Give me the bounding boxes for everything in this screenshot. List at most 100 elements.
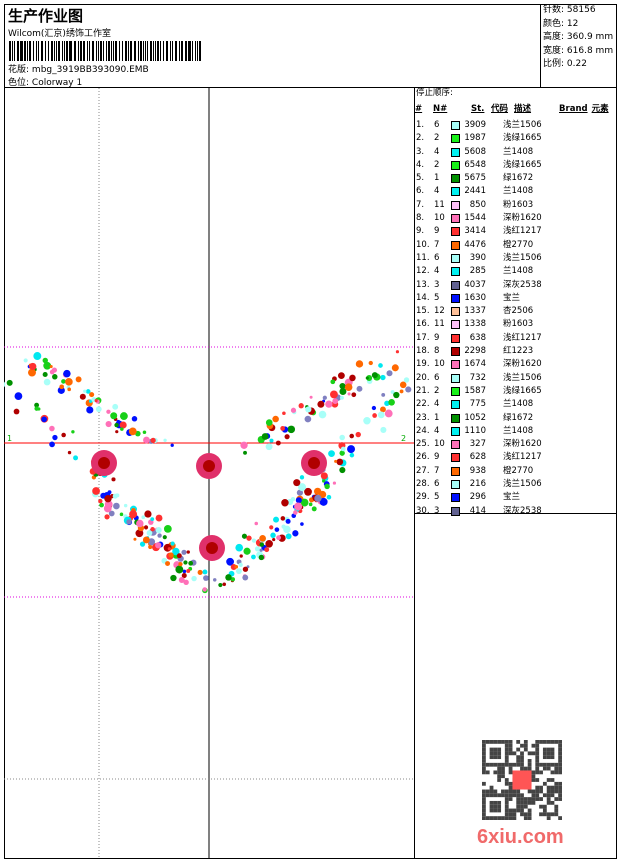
qr-module bbox=[535, 785, 540, 790]
embroidery-stitch bbox=[238, 562, 243, 567]
qr-module bbox=[558, 793, 562, 798]
row-description: 浅绿1665 bbox=[503, 133, 542, 144]
qr-module bbox=[482, 770, 486, 775]
qr-module bbox=[554, 785, 559, 790]
qr-module bbox=[550, 800, 555, 805]
color-swatch bbox=[451, 121, 460, 130]
stat-scale: 比例: 0.22 bbox=[543, 59, 587, 69]
row-index: 8. bbox=[416, 213, 425, 224]
qr-module bbox=[516, 793, 521, 798]
embroidery-stitch bbox=[203, 575, 209, 581]
row-description: 绿1672 bbox=[503, 173, 534, 184]
embroidery-stitch bbox=[168, 552, 174, 558]
qr-module bbox=[531, 743, 536, 748]
qr-module bbox=[554, 770, 559, 775]
embroidery-stitch bbox=[336, 458, 344, 466]
row-stitches: 1987 bbox=[464, 133, 486, 144]
qr-module bbox=[542, 747, 547, 752]
qr-module bbox=[516, 759, 521, 763]
embroidery-stitch bbox=[272, 538, 276, 542]
qr-module bbox=[497, 778, 502, 782]
qr-module bbox=[482, 755, 486, 760]
row-stitches: 4476 bbox=[464, 239, 486, 250]
row-index: 26. bbox=[416, 452, 430, 463]
qr-module bbox=[508, 789, 513, 794]
embroidery-stitch bbox=[269, 525, 274, 530]
row-description: 兰1408 bbox=[503, 425, 534, 436]
barcode-bar bbox=[51, 41, 54, 61]
qr-module bbox=[550, 789, 555, 794]
qr-module bbox=[485, 770, 490, 775]
embroidery-stitch bbox=[49, 441, 55, 448]
qr-module bbox=[535, 766, 540, 771]
embroidery-stitch bbox=[115, 430, 119, 434]
barcode-bar bbox=[77, 41, 79, 61]
embroidery-stitch bbox=[144, 510, 152, 518]
row-index: 6. bbox=[416, 186, 425, 197]
row-index: 5. bbox=[416, 173, 425, 184]
color-swatch bbox=[451, 307, 460, 317]
qr-module bbox=[550, 793, 555, 798]
barcode-bar bbox=[157, 41, 160, 61]
embroidery-stitch bbox=[368, 360, 373, 366]
barcode-bar bbox=[174, 41, 177, 61]
embroidery-stitch bbox=[344, 383, 353, 392]
qr-module bbox=[482, 797, 486, 801]
barcode-bar bbox=[61, 41, 63, 61]
embroidery-stitch bbox=[317, 400, 325, 408]
embroidery-stitch bbox=[73, 455, 79, 461]
row-needle: 4 bbox=[434, 399, 440, 410]
qr-module bbox=[550, 778, 555, 782]
row-needle: 6 bbox=[434, 252, 440, 263]
col-element: 元素 bbox=[591, 104, 609, 114]
row-stitches: 2441 bbox=[464, 186, 486, 197]
embroidery-stitch bbox=[235, 568, 242, 575]
row-needle: 6 bbox=[434, 372, 440, 383]
barcode-bar bbox=[162, 41, 165, 61]
qr-module bbox=[493, 793, 498, 798]
embroidery-stitch bbox=[83, 389, 87, 393]
row-needle: 1 bbox=[434, 412, 440, 423]
flower-center bbox=[203, 460, 215, 472]
qr-module bbox=[558, 785, 562, 790]
embroidery-stitch bbox=[163, 525, 172, 533]
embroidery-stitch bbox=[251, 554, 256, 560]
embroidery-stitch bbox=[71, 430, 75, 434]
barcode-bar bbox=[187, 41, 189, 61]
qr-module bbox=[542, 740, 547, 744]
color-swatch bbox=[451, 214, 460, 224]
flower-center bbox=[206, 542, 218, 554]
qr-module bbox=[520, 800, 524, 805]
embroidery-stitch bbox=[162, 535, 167, 540]
row-stitches: 6548 bbox=[464, 159, 486, 170]
qr-module bbox=[527, 808, 532, 813]
row-index: 15. bbox=[416, 306, 430, 317]
qr-module bbox=[523, 766, 528, 771]
qr-module bbox=[516, 797, 521, 801]
stats-box: 针数: 58156 颜色: 12 高度: 360.9 mm 宽度: 616.8 … bbox=[541, 4, 617, 88]
row-description: 浅红1217 bbox=[503, 332, 542, 343]
table-row: 30. 3 414 深灰2538 bbox=[415, 505, 617, 518]
embroidery-stitch bbox=[355, 360, 364, 368]
embroidery-stitch bbox=[265, 419, 273, 426]
qr-module bbox=[493, 747, 498, 752]
qr-module bbox=[558, 755, 562, 760]
barcode-bar bbox=[130, 41, 132, 61]
qr-module bbox=[546, 751, 551, 756]
qr-module bbox=[508, 797, 513, 801]
embroidery-stitch bbox=[381, 393, 386, 397]
color-swatch bbox=[451, 453, 460, 463]
qr-module bbox=[542, 781, 547, 786]
embroidery-stitch bbox=[133, 537, 137, 541]
embroidery-stitch bbox=[299, 475, 305, 480]
marker-right: 2 bbox=[401, 434, 406, 443]
qr-module bbox=[542, 751, 547, 756]
qr-module bbox=[558, 747, 562, 752]
color-swatch bbox=[451, 200, 460, 210]
embroidery-stitch bbox=[163, 438, 167, 442]
qr-module bbox=[535, 797, 540, 801]
row-description: 粉1603 bbox=[503, 199, 534, 210]
embroidery-stitch bbox=[405, 386, 412, 393]
qr-module bbox=[485, 793, 490, 798]
embroidery-stitch bbox=[178, 577, 185, 584]
